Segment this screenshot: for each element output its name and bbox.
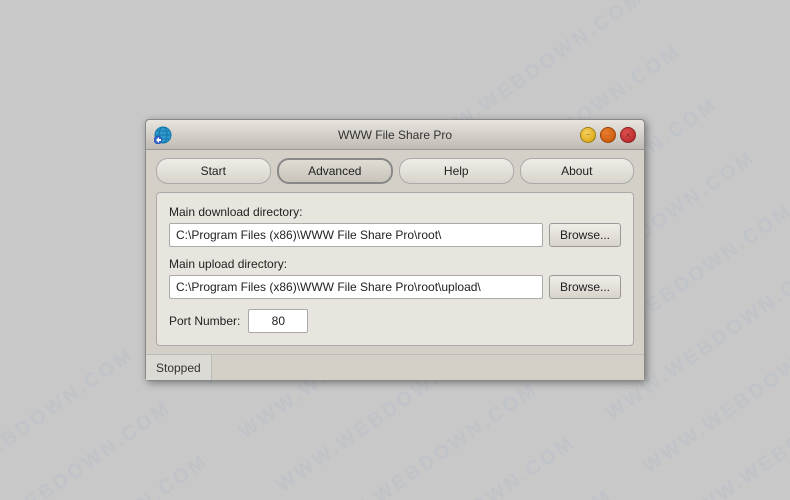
download-dir-row: Browse... xyxy=(169,223,621,247)
download-dir-label: Main download directory: xyxy=(169,205,621,219)
port-row: Port Number: xyxy=(169,309,621,333)
status-fill xyxy=(212,355,644,380)
status-bar: Stopped xyxy=(146,354,644,380)
help-button[interactable]: Help xyxy=(399,158,514,184)
advanced-button[interactable]: Advanced xyxy=(277,158,394,184)
about-button[interactable]: About xyxy=(520,158,635,184)
upload-browse-button[interactable]: Browse... xyxy=(549,275,621,299)
window-controls: − □ × xyxy=(580,127,636,143)
upload-dir-row: Browse... xyxy=(169,275,621,299)
download-dir-group: Main download directory: Browse... xyxy=(169,205,621,247)
close-icon: × xyxy=(625,130,630,140)
upload-dir-input[interactable] xyxy=(169,275,543,299)
title-bar: WWW File Share Pro − □ × xyxy=(146,120,644,150)
content-area: Main download directory: Browse... Main … xyxy=(156,192,634,346)
upload-dir-label: Main upload directory: xyxy=(169,257,621,271)
upload-dir-group: Main upload directory: Browse... xyxy=(169,257,621,299)
start-button[interactable]: Start xyxy=(156,158,271,184)
globe-icon xyxy=(154,126,172,144)
port-label: Port Number: xyxy=(169,314,240,328)
port-input[interactable] xyxy=(248,309,308,333)
toolbar: Start Advanced Help About xyxy=(146,150,644,192)
main-window: WWW File Share Pro − □ × Start Advanced … xyxy=(145,119,645,381)
close-button[interactable]: × xyxy=(620,127,636,143)
maximize-icon: □ xyxy=(606,131,610,138)
window-title: WWW File Share Pro xyxy=(338,128,452,142)
download-browse-button[interactable]: Browse... xyxy=(549,223,621,247)
minimize-button[interactable]: − xyxy=(580,127,596,143)
download-dir-input[interactable] xyxy=(169,223,543,247)
status-text: Stopped xyxy=(146,355,212,380)
maximize-button[interactable]: □ xyxy=(600,127,616,143)
minimize-icon: − xyxy=(586,130,591,139)
title-bar-left xyxy=(154,126,172,144)
